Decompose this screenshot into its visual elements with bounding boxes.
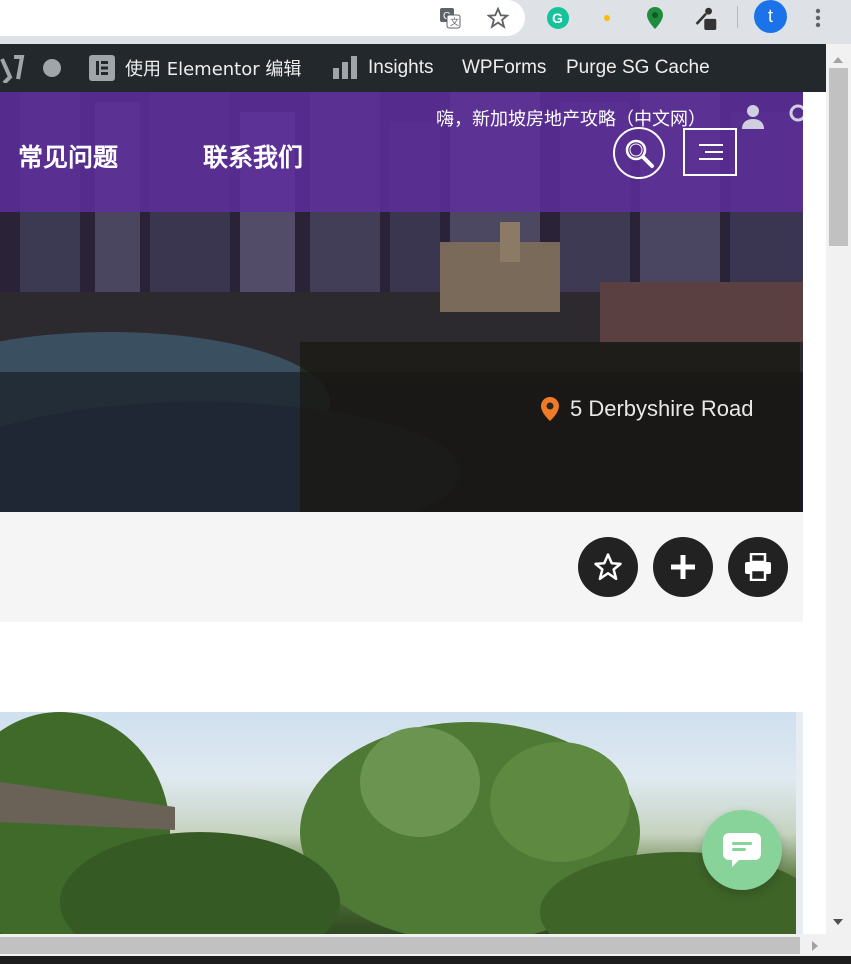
horizontal-scroll-thumb[interactable] [0,937,800,954]
greenery-photo-image [0,712,803,934]
svg-text:文: 文 [450,16,459,28]
vertical-scroll-thumb[interactable] [829,68,848,246]
purge-cache-link[interactable]: Purge SG Cache [566,44,710,92]
compare-add-button[interactable] [653,537,713,597]
scroll-right-arrow-icon[interactable] [810,939,820,957]
elementor-label: 使用 Elementor 编辑 [125,59,302,80]
insights-link[interactable]: Insights [332,44,433,92]
property-photo [0,712,803,934]
more-vert-icon[interactable] [806,6,830,30]
search-button[interactable] [613,127,665,179]
print-button[interactable] [728,537,788,597]
chat-widget-button[interactable] [702,810,782,890]
location-pin-icon [541,397,559,421]
scroll-down-arrow-icon[interactable] [832,914,844,932]
svg-text:G: G [552,10,563,26]
favorite-button[interactable] [578,537,638,597]
toolbar-divider [737,6,738,28]
bookmark-star-icon[interactable] [486,6,510,30]
search-icon [625,139,654,168]
wpforms-link[interactable]: WPForms [462,44,546,92]
star-outline-icon [594,553,622,581]
extension-dot-icon[interactable] [595,6,619,30]
scrollbar-corner [826,934,851,956]
translate-icon[interactable]: G文 [438,6,462,30]
address-text: 5 Derbyshire Road [570,396,754,421]
user-greeting[interactable]: 嗨，新加坡房地产攻略（中文网） [436,105,706,131]
yoast-icon[interactable] [0,44,28,92]
nav-faq[interactable]: 常见问题 [18,138,118,174]
nav-contact[interactable]: 联系我们 [203,138,303,174]
wp-admin-bar: 使用 Elementor 编辑 Insights WPForms Purge S… [0,44,826,92]
menu-toggle-button[interactable] [683,128,737,176]
seo-status-dot-icon[interactable] [42,44,62,92]
edit-with-elementor-link[interactable]: 使用 Elementor 编辑 [88,44,301,92]
map-pin-extension-icon[interactable] [643,6,667,30]
header-search-icon-partial[interactable] [788,104,807,129]
hamburger-menu-icon [699,144,723,160]
plus-icon [671,555,695,579]
grammarly-icon[interactable]: G [546,6,570,30]
insights-label: Insights [368,57,434,78]
window-bottom-edge [0,956,851,964]
eyedropper-icon[interactable] [694,6,718,30]
browser-toolbar: G文 G t [0,0,851,44]
elementor-icon [89,55,115,81]
property-address: 5 Derbyshire Road [540,396,753,422]
chat-bubble-icon [723,833,761,867]
purge-cache-label: Purge SG Cache [566,57,710,78]
wpforms-label: WPForms [462,57,547,78]
insights-bar-chart-icon [333,56,357,79]
profile-avatar[interactable]: t [754,0,787,33]
print-icon [745,553,771,581]
user-icon[interactable] [740,103,766,134]
